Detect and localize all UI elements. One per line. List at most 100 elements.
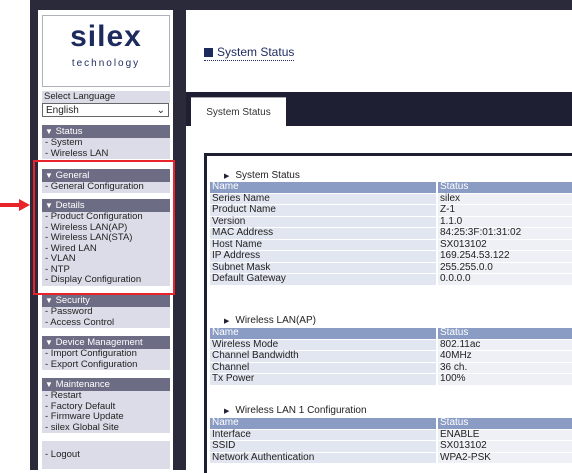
row-value: 84:25:3F:01:31:02 <box>436 227 572 240</box>
row-value: silex <box>436 193 572 205</box>
table-row: Channel 36 ch. <box>210 362 572 374</box>
header-name: Name <box>210 417 437 430</box>
row-value: 802.11ac <box>436 339 572 351</box>
nav-item-export-configuration[interactable]: - Export Configuration <box>42 359 170 371</box>
row-value: 36 ch. <box>436 362 572 374</box>
title-square-icon <box>204 48 213 57</box>
table-row: MAC Address 84:25:3F:01:31:02 <box>210 227 572 240</box>
nav-section-device-management: ▼ Device Management - Import Configurati… <box>42 336 170 370</box>
row-value: 100% <box>436 373 572 386</box>
main-content: System Status System Status ▶ System Stat… <box>186 10 572 473</box>
table-row: Tx Power 100% <box>210 373 572 386</box>
nav-item-logout[interactable]: - Logout <box>42 441 170 469</box>
nav-item-access-control[interactable]: - Access Control <box>42 317 170 329</box>
frame-top <box>30 0 572 10</box>
table-row: Version 1.1.0 <box>210 216 572 228</box>
page-title-text: System Status <box>217 45 295 59</box>
nav-device-title: Device Management <box>55 337 143 348</box>
row-value: SX013102 <box>436 239 572 251</box>
row-name: SSID <box>210 440 437 453</box>
wireless-lan-ap-table: Name Status Wireless Mode 802.11ac Channel… <box>210 327 572 386</box>
table-row: Default Gateway 0.0.0.0 <box>210 273 572 286</box>
chevron-down-icon: ⌄ <box>156 105 165 116</box>
row-name: Channel <box>210 362 437 374</box>
row-value: 0.0.0.0 <box>436 273 572 286</box>
row-value: 40MHz <box>436 350 572 363</box>
row-name: Default Gateway <box>210 273 437 286</box>
table-row: Channel Bandwidth 40MHz <box>210 350 572 363</box>
nav-item-password[interactable]: - Password <box>42 306 170 318</box>
row-name: Channel Bandwidth <box>210 350 437 363</box>
highlight-box <box>33 160 175 295</box>
header-status: Status <box>436 327 572 340</box>
page-title: System Status <box>204 45 295 61</box>
logo: silex technology <box>42 15 170 87</box>
table-row: Subnet Mask 255.255.0.0 <box>210 262 572 274</box>
nav-section-status: ▼ Status - System - Wireless LAN <box>42 125 170 159</box>
row-name: Interface <box>210 429 437 441</box>
table-row: Series Name silex <box>210 193 572 205</box>
table-row: Network Authentication WPA2-PSK <box>210 452 572 464</box>
triangle-down-icon: ▼ <box>45 127 53 136</box>
nav-section-logout: - Logout <box>42 441 170 469</box>
nav-item-wireless-lan[interactable]: - Wireless LAN <box>42 148 170 160</box>
table-header-row: Name Status <box>210 327 572 340</box>
table-header-row: Name Status <box>210 417 572 430</box>
nav-item-restart[interactable]: - Restart <box>42 390 170 402</box>
row-value: 1.1.0 <box>436 216 572 228</box>
row-name: Host Name <box>210 239 437 251</box>
section-wireless-lan-ap-heading: ▶ Wireless LAN(AP) <box>224 315 316 326</box>
header-name: Name <box>210 327 437 340</box>
section-system-status-heading: ▶ System Status <box>224 170 300 181</box>
row-value: 169.254.53.122 <box>436 250 572 263</box>
row-name: Wireless Mode <box>210 339 437 351</box>
table-row: Wireless Mode 802.11ac <box>210 339 572 351</box>
nav-item-firmware-update[interactable]: - Firmware Update <box>42 411 170 423</box>
nav-section-security: ▼ Security - Password - Access Control <box>42 294 170 328</box>
row-name: Subnet Mask <box>210 262 437 274</box>
row-value: 255.255.0.0 <box>436 262 572 274</box>
language-selected: English <box>46 105 79 116</box>
triangle-right-icon: ▶ <box>224 408 230 415</box>
triangle-down-icon: ▼ <box>45 296 53 305</box>
language-label: Select Language <box>42 91 170 103</box>
language-select[interactable]: English ⌄ <box>42 103 169 117</box>
header-status: Status <box>436 181 572 194</box>
row-value: SX013102 <box>436 440 572 453</box>
table-row: Host Name SX013102 <box>210 239 572 251</box>
triangle-down-icon: ▼ <box>45 380 53 389</box>
nav-item-silex-global-site[interactable]: - silex Global Site <box>42 422 170 434</box>
table-row: Interface ENABLE <box>210 429 572 441</box>
section-wireless-lan1-heading: ▶ Wireless LAN 1 Configuration <box>224 405 367 416</box>
row-name: Tx Power <box>210 373 437 386</box>
header-status: Status <box>436 417 572 430</box>
triangle-right-icon: ▶ <box>224 318 230 325</box>
row-name: Series Name <box>210 193 437 205</box>
nav-maintenance-title: Maintenance <box>55 379 110 390</box>
nav-item-import-configuration[interactable]: - Import Configuration <box>42 348 170 360</box>
row-value: ENABLE <box>436 429 572 441</box>
tab-bar: System Status <box>186 92 572 127</box>
table-row: Product Name Z-1 <box>210 204 572 217</box>
nav-status-title: Status <box>55 126 83 137</box>
tab-system-status[interactable]: System Status <box>191 97 286 127</box>
triangle-down-icon: ▼ <box>45 338 53 347</box>
row-name: Version <box>210 216 437 228</box>
row-value: WPA2-PSK <box>436 452 572 464</box>
logo-text: silex <box>70 20 142 53</box>
row-name: Network Authentication <box>210 452 437 464</box>
triangle-right-icon: ▶ <box>224 173 230 180</box>
nav-security-title: Security <box>55 295 90 306</box>
row-name: MAC Address <box>210 227 437 240</box>
nav-item-system[interactable]: - System <box>42 137 170 149</box>
nav-section-maintenance: ▼ Maintenance - Restart - Factory Defaul… <box>42 378 170 433</box>
section-title: System Status <box>235 170 300 181</box>
table-header-row: Name Status <box>210 181 572 194</box>
wireless-lan1-table: Name Status Interface ENABLE SSID SX013102 … <box>210 417 572 464</box>
table-row: IP Address 169.254.53.122 <box>210 250 572 263</box>
section-title: Wireless LAN(AP) <box>235 315 316 326</box>
logo-subtext: technology <box>71 58 141 69</box>
row-name: IP Address <box>210 250 437 263</box>
system-status-table: Name Status Series Name silex Product Name… <box>210 181 572 286</box>
arrow-right-icon <box>0 199 30 211</box>
